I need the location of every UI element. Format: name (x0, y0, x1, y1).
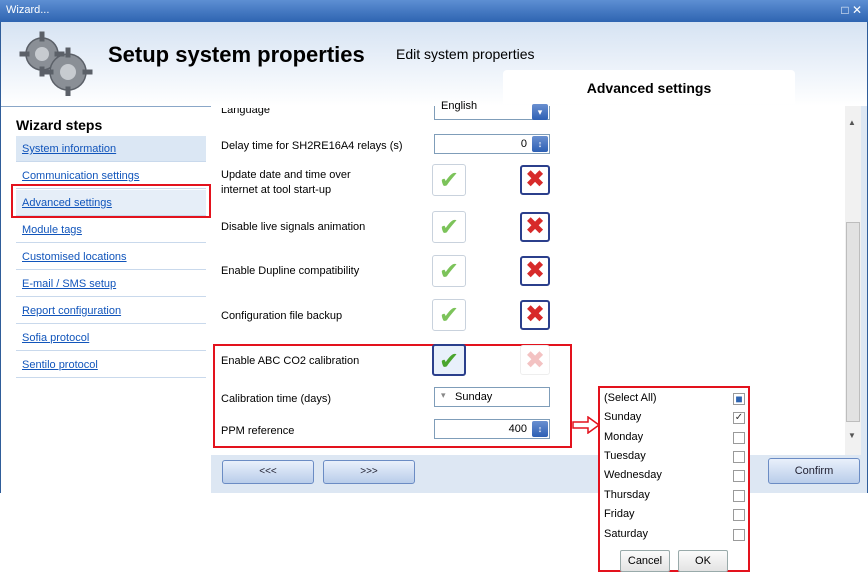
scroll-down-icon[interactable]: ▼ (848, 431, 856, 440)
dupline-label: Enable Dupline compatibility (221, 265, 360, 277)
abc-disable-cross-icon[interactable]: ✖ (520, 345, 550, 375)
backup-label: Configuration file backup (221, 310, 343, 322)
calibration-select[interactable]: ▾ Sunday (434, 387, 550, 407)
ppm-stepper[interactable]: 400 ↕ (434, 419, 550, 439)
abc-label: Enable ABC CO2 calibration (221, 355, 360, 367)
gears-icon (19, 31, 93, 96)
language-select[interactable]: English ▾ (434, 100, 550, 120)
delay-value: 0 (520, 138, 527, 150)
option-select-all-label[interactable]: (Select All) (604, 392, 657, 404)
ppm-label: PPM reference (221, 425, 295, 437)
window-title: Wizard... (6, 4, 50, 16)
calibration-value: Sunday (455, 391, 493, 403)
sidebar-item-module-tags[interactable]: Module tags (16, 217, 206, 243)
spin-arrows-icon[interactable]: ↕ (532, 421, 548, 437)
update-label-line1: Update date and time over (221, 169, 351, 181)
monday-checkbox[interactable] (733, 432, 745, 444)
dupline-enable-check-icon[interactable]: ✔ (432, 255, 466, 287)
option-wednesday-label[interactable]: Wednesday (604, 469, 662, 481)
page-subtitle: Edit system properties (396, 46, 535, 62)
backup-disable-cross-icon[interactable]: ✖ (520, 300, 550, 330)
cancel-button[interactable]: Cancel (620, 550, 670, 572)
delay-stepper[interactable]: 0 ↕ (434, 134, 550, 154)
confirm-button[interactable]: Confirm (768, 458, 860, 484)
sidebar-item-email-sms-setup[interactable]: E-mail / SMS setup (16, 271, 206, 297)
sidebar-heading: Wizard steps (16, 117, 103, 133)
sidebar-item-customised-locations[interactable]: Customised locations (16, 244, 206, 270)
option-thursday-label[interactable]: Thursday (604, 489, 650, 501)
dupline-disable-cross-icon[interactable]: ✖ (520, 256, 550, 286)
window-controls-icon[interactable]: □ ✕ (841, 3, 862, 17)
sidebar-item-report-configuration[interactable]: Report configuration (16, 298, 206, 324)
option-saturday-label[interactable]: Saturday (604, 528, 648, 540)
dropdown-arrow-icon: ▾ (441, 390, 446, 400)
tab-label: Advanced settings (586, 80, 712, 96)
update-label-line2: internet at tool start-up (221, 184, 332, 196)
option-tuesday-label[interactable]: Tuesday (604, 450, 646, 462)
spin-arrows-icon[interactable]: ↕ (532, 136, 548, 152)
option-monday-label[interactable]: Monday (604, 431, 643, 443)
calibration-label: Calibration time (days) (221, 393, 332, 405)
sidebar-item-sentilo-protocol[interactable]: Sentilo protocol (16, 352, 206, 378)
page-title: Setup system properties (108, 42, 365, 67)
option-sunday-label[interactable]: Sunday (604, 411, 641, 423)
highlight-advanced-settings (11, 184, 211, 218)
scrollbar-thumb[interactable] (846, 222, 860, 422)
wednesday-checkbox[interactable] (733, 470, 745, 482)
saturday-checkbox[interactable] (733, 529, 745, 541)
update-enable-check-icon[interactable]: ✔ (432, 164, 466, 196)
delay-label: Delay time for SH2RE16A4 relays (s) (221, 140, 403, 152)
tuesday-checkbox[interactable] (733, 451, 745, 463)
ppm-value: 400 (508, 423, 527, 435)
thursday-checkbox[interactable] (733, 490, 745, 502)
sidebar-item-sofia-protocol[interactable]: Sofia protocol (16, 325, 206, 351)
days-dropdown-popup: (Select All) ■ Sunday ✓ Monday Tuesday W… (598, 386, 750, 572)
animation-disable-cross-icon[interactable]: ✖ (520, 212, 550, 242)
update-disable-cross-icon[interactable]: ✖ (520, 165, 550, 195)
language-label: Language (221, 108, 270, 116)
next-button[interactable]: >>> (323, 460, 415, 484)
previous-button[interactable]: <<< (222, 460, 314, 484)
scroll-up-icon[interactable]: ▲ (848, 118, 856, 127)
arrow-right-icon (572, 416, 600, 434)
animation-enable-check-icon[interactable]: ✔ (432, 211, 466, 243)
tab-advanced-settings: Advanced settings (503, 70, 795, 104)
friday-checkbox[interactable] (733, 509, 745, 521)
animation-label: Disable live signals animation (221, 221, 366, 233)
abc-enable-check-icon[interactable]: ✔ (432, 344, 466, 376)
select-all-checkbox[interactable]: ■ (733, 393, 745, 405)
dropdown-arrow-icon[interactable]: ▾ (532, 104, 548, 120)
backup-enable-check-icon[interactable]: ✔ (432, 299, 466, 331)
option-friday-label[interactable]: Friday (604, 508, 635, 520)
ok-button[interactable]: OK (678, 550, 728, 572)
title-bar: Wizard... □ ✕ (0, 0, 868, 22)
sidebar-item-system-information[interactable]: System information (16, 136, 206, 162)
sunday-checkbox[interactable]: ✓ (733, 412, 745, 424)
language-value: English (441, 100, 478, 112)
